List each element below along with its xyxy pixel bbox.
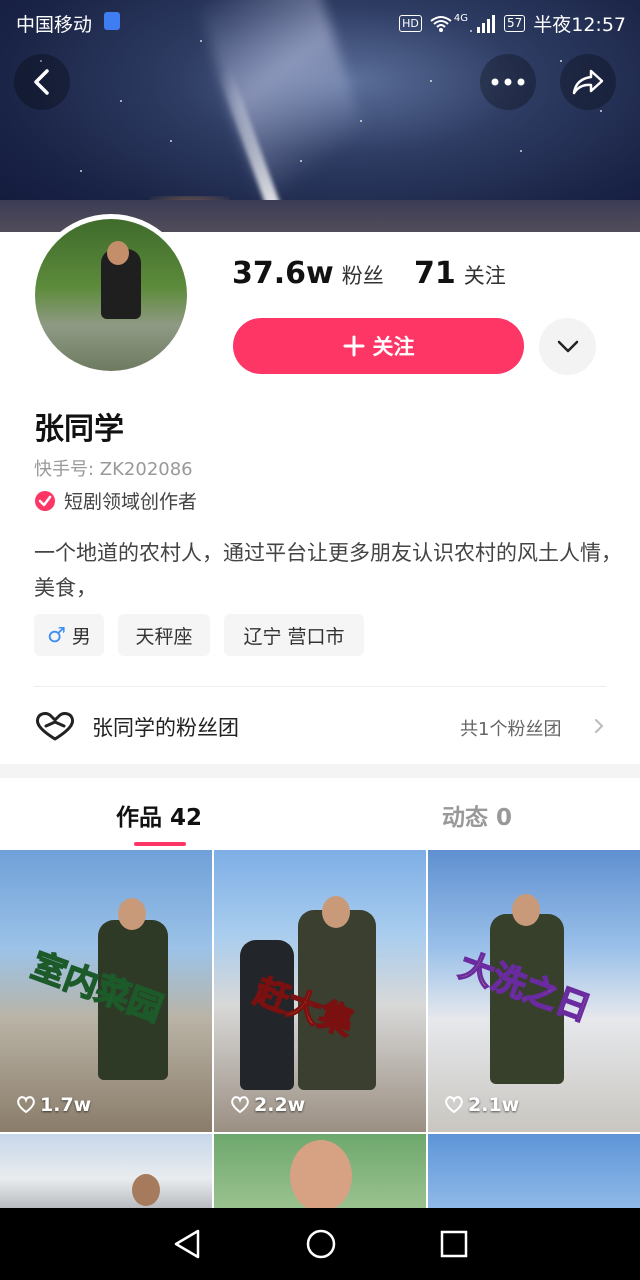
certification-label: 短剧领域创作者 [64,491,198,513]
wifi-icon [430,15,452,32]
video-thumbnail[interactable] [428,1134,640,1208]
heart-icon [445,1096,463,1114]
zodiac-label: 天秤座 [135,625,193,648]
likes-count: 2.2w [254,1094,306,1116]
video-thumbnail[interactable]: 大洗之日 2.1w [428,850,640,1132]
expand-recommendations-button[interactable] [539,318,596,375]
video-thumbnail[interactable]: 室内菜园 1.7w [0,850,212,1132]
fan-club-count: 共1个粉丝团 [460,719,562,740]
location-tag: 辽宁 营口市 [224,614,364,656]
plus-icon [343,335,364,357]
heart-icon [17,1096,35,1114]
fan-club-title: 张同学的粉丝团 [92,716,239,740]
content-tabs: 作品 42 动态 0 [0,778,640,850]
video-thumbnail[interactable] [214,1134,426,1208]
video-likes: 1.7w [16,1094,91,1116]
chevron-right-icon [595,719,604,733]
video-likes: 2.2w [230,1094,305,1116]
section-gap [0,764,640,778]
fan-club-row[interactable]: 张同学的粉丝团 共1个粉丝团 [0,688,640,764]
recents-square-icon[interactable] [440,1230,468,1258]
following-label: 关注 [463,264,506,288]
system-navigation-bar [0,1208,640,1280]
zodiac-tag: 天秤座 [118,614,210,656]
clock: 半夜12:57 [533,14,626,36]
back-arrow-icon [34,69,49,95]
avatar[interactable] [35,219,187,371]
fan-club-heart-icon [36,712,74,741]
follow-button[interactable]: 关注 [233,318,524,374]
chevron-down-icon [557,340,578,352]
carrier-name: 中国移动 [16,14,93,36]
video-thumbnail[interactable] [0,1134,212,1208]
battery-icon: 57 [503,15,526,32]
back-button[interactable] [14,54,70,110]
tab-moments[interactable]: 动态 0 [442,798,512,832]
gender-tag: ♂ 男 [34,614,104,656]
user-name: 张同学 [34,412,124,447]
more-dots-icon [491,78,525,86]
likes-count: 1.7w [40,1094,92,1116]
video-likes: 2.1w [444,1094,519,1116]
following-count: 71 [414,256,456,291]
tab-works[interactable]: 作品 42 [116,798,202,832]
fans-label: 粉丝 [341,264,384,288]
kuaishou-id[interactable]: 快手号: ZK202086 [34,455,193,481]
back-triangle-icon[interactable] [172,1228,202,1260]
share-button[interactable] [560,54,616,110]
follow-label: 关注 [372,335,415,359]
following-stat[interactable]: 71 关注 [414,256,506,291]
signal-icon [476,14,495,33]
status-bar: 中国移动 HD 4G 57 半夜12:57 [0,0,640,44]
heart-icon [231,1096,249,1114]
fans-count: 37.6w [232,256,334,291]
home-circle-icon[interactable] [305,1228,337,1260]
shield-icon [104,12,120,30]
more-options-button[interactable] [480,54,536,110]
male-icon: ♂ [47,623,66,647]
network-type: 4G [453,13,468,24]
divider [34,686,606,687]
share-icon [572,69,604,95]
bio: 一个地道的农村人，通过平台让更多朋友认识农村的风土人情，美食， [34,541,622,600]
video-thumbnail[interactable]: 赶大集 2.2w [214,850,426,1132]
hd-badge: HD [399,15,422,32]
likes-count: 2.1w [468,1094,520,1116]
verified-icon [35,490,55,511]
certification-row[interactable]: 短剧领域创作者 [34,487,197,514]
gender-label: 男 [71,625,91,648]
location-label: 辽宁 营口市 [243,625,345,648]
tab-active-indicator [134,842,186,846]
fans-stat[interactable]: 37.6w 粉丝 [232,256,384,291]
